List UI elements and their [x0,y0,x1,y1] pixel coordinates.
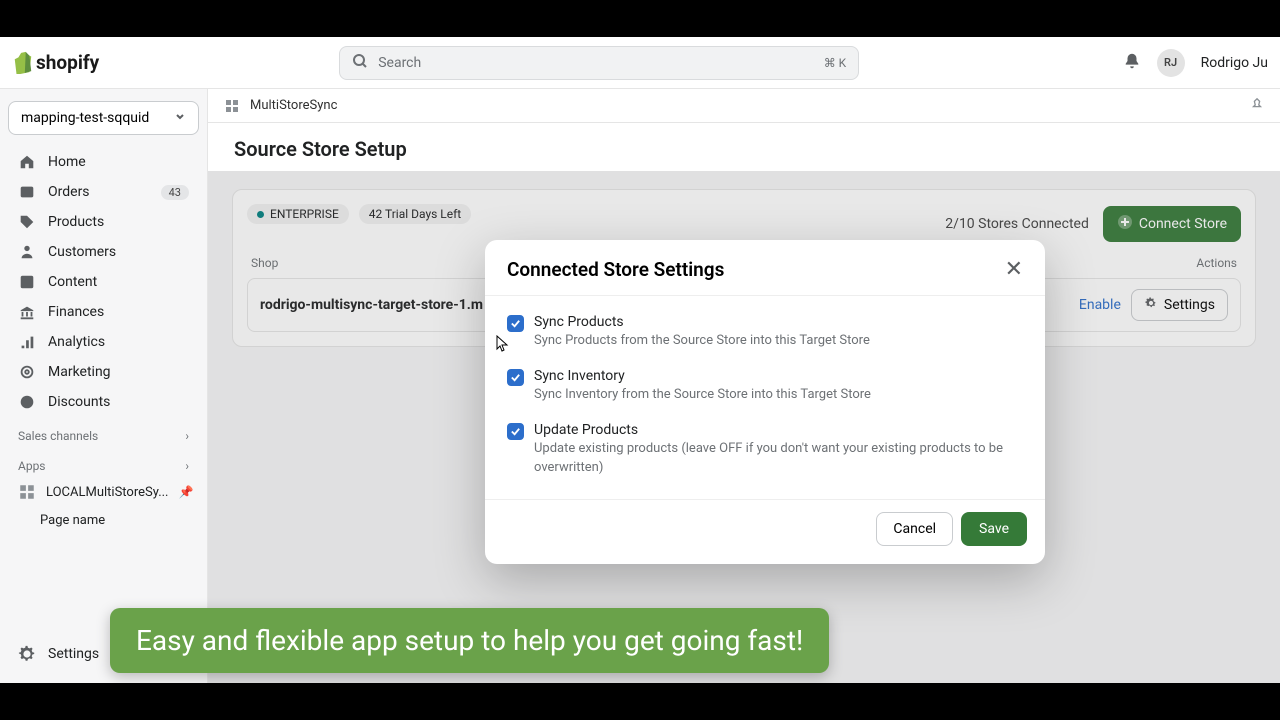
breadcrumb-app[interactable]: MultiStoreSync [250,98,337,113]
search-icon [352,53,368,73]
opt-update-products-desc: Update existing products (leave OFF if y… [534,440,1023,476]
shopify-bag-icon [12,51,34,75]
cancel-button[interactable]: Cancel [876,512,953,546]
sidebar: mapping-test-sqquid Home Orders43 Produc… [0,89,208,683]
connected-store-settings-modal: Connected Store Settings ✕ Sync Products… [485,240,1045,564]
nav-home[interactable]: Home [8,147,199,177]
caption-banner: Easy and flexible app setup to help you … [110,608,829,673]
pin-outline-icon[interactable] [1250,97,1264,115]
gear-icon [18,645,36,663]
checkbox-update-products[interactable] [507,423,524,440]
opt-sync-products-label: Sync Products [534,314,870,330]
home-icon [18,153,36,171]
opt-sync-inventory-desc: Sync Inventory from the Source Store int… [534,386,871,404]
save-button[interactable]: Save [961,512,1027,546]
sales-channels-header[interactable]: Sales channels› [8,417,199,447]
nav-customers[interactable]: Customers [8,237,199,267]
global-search[interactable]: Search ⌘ K [339,46,859,80]
nav-marketing[interactable]: Marketing [8,357,199,387]
brand-text: shopify [36,51,99,74]
chevron-right-icon: › [185,459,189,473]
nav-discounts[interactable]: Discounts [8,387,199,417]
checkbox-sync-inventory[interactable] [507,369,524,386]
content-icon [18,273,36,291]
topbar: shopify Search ⌘ K RJ Rodrigo Ju [0,37,1280,89]
checkbox-sync-products[interactable] [507,315,524,332]
store-selector-label: mapping-test-sqquid [21,110,149,126]
notifications-icon[interactable] [1123,52,1141,74]
chevron-right-icon: › [185,429,189,443]
shopify-logo: shopify [12,51,99,75]
pin-icon[interactable]: 📌 [178,485,193,499]
opt-sync-inventory-label: Sync Inventory [534,368,871,384]
username[interactable]: Rodrigo Ju [1201,55,1268,71]
nav-orders[interactable]: Orders43 [8,177,199,207]
app-item-multistoresync[interactable]: LOCALMultiStoreSy...📌 [8,477,199,507]
chevron-down-icon [174,110,186,126]
avatar[interactable]: RJ [1157,49,1185,77]
search-placeholder: Search [378,55,813,71]
modal-title: Connected Store Settings [507,258,724,281]
apps-header[interactable]: Apps› [8,447,199,477]
discount-icon [18,393,36,411]
opt-sync-products-desc: Sync Products from the Source Store into… [534,332,870,350]
search-shortcut: ⌘ K [824,56,847,70]
nav-products[interactable]: Products [8,207,199,237]
orders-badge: 43 [161,185,189,200]
tag-icon [18,213,36,231]
app-item-page[interactable]: Page name [8,507,199,534]
orders-icon [18,183,36,201]
page-title: Source Store Setup [208,123,1280,171]
close-icon[interactable]: ✕ [1005,259,1023,281]
target-icon [18,363,36,381]
opt-update-products-label: Update Products [534,422,1023,438]
bank-icon [18,303,36,321]
nav-analytics[interactable]: Analytics [8,327,199,357]
analytics-icon [18,333,36,351]
person-icon [18,243,36,261]
nav-content[interactable]: Content [8,267,199,297]
app-icon [18,483,36,501]
nav-finances[interactable]: Finances [8,297,199,327]
breadcrumb: MultiStoreSync [208,89,1280,123]
store-selector[interactable]: mapping-test-sqquid [8,101,199,135]
app-grid-icon [224,98,240,114]
cursor-icon [495,335,511,353]
